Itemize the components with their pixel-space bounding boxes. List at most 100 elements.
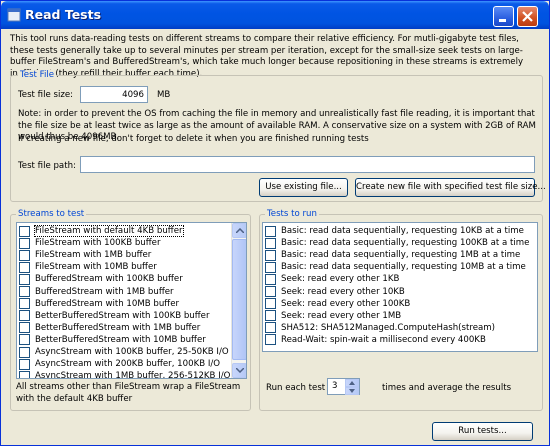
stream-item[interactable]: BetterBufferedStream with 100KB buffer bbox=[19, 310, 209, 322]
checkbox[interactable] bbox=[265, 273, 276, 285]
checkbox[interactable] bbox=[19, 346, 30, 358]
checkbox[interactable] bbox=[265, 310, 276, 322]
stream-item-label: AsyncStream with 1MB buffer, 256-512KB I… bbox=[35, 371, 231, 379]
stream-item[interactable]: FileStream with 100KB buffer bbox=[19, 237, 160, 249]
test-file-size-label: Test file size: bbox=[18, 90, 74, 100]
chevron-down-icon bbox=[236, 368, 244, 373]
window-title: Read Tests bbox=[25, 7, 102, 22]
stream-item-label: BetterBufferedStream with 1MB buffer bbox=[35, 322, 201, 333]
stream-item[interactable]: BetterBufferedStream with 10MB buffer bbox=[19, 334, 206, 346]
streams-scrollbar[interactable] bbox=[231, 223, 246, 378]
iterations-value: 3 bbox=[332, 381, 338, 391]
test-file-path-label: Test file path: bbox=[18, 161, 76, 171]
spin-up-button[interactable] bbox=[345, 379, 359, 387]
test-item[interactable]: Basic: read data sequentially, requestin… bbox=[265, 237, 529, 249]
stream-item-label: BufferedStream with 100KB buffer bbox=[35, 274, 183, 285]
run-each-test-label: Run each test bbox=[266, 383, 326, 393]
test-file-group: Test File Test file size: MB Note: in or… bbox=[10, 70, 546, 202]
streams-footnote: All streams other than FileStream wrap a… bbox=[16, 382, 241, 404]
checkbox[interactable] bbox=[265, 249, 276, 261]
checkbox[interactable] bbox=[265, 261, 276, 273]
test-file-size-input[interactable] bbox=[80, 86, 148, 103]
spin-down-button[interactable] bbox=[345, 387, 359, 395]
stream-item-label: AsyncStream with 200KB buffer, 100KB I/O bbox=[35, 359, 221, 370]
close-button[interactable] bbox=[517, 6, 538, 27]
stream-item-label: BufferedStream with 1MB buffer bbox=[35, 286, 174, 297]
checkbox[interactable] bbox=[19, 298, 30, 310]
stream-item[interactable]: AsyncStream with 100KB buffer, 25-50KB I… bbox=[19, 346, 229, 358]
minimize-button[interactable] bbox=[493, 6, 514, 27]
checkbox[interactable] bbox=[19, 358, 30, 370]
test-item[interactable]: SHA512: SHA512Managed.ComputeHash(stream… bbox=[265, 322, 495, 334]
read-tests-window: Read Tests This tool runs data-reading t… bbox=[0, 0, 550, 446]
stream-item[interactable]: BufferedStream with 1MB buffer bbox=[19, 286, 174, 298]
checkbox[interactable] bbox=[265, 225, 276, 237]
times-average-label: times and average the results bbox=[382, 383, 512, 393]
checkbox[interactable] bbox=[19, 310, 30, 322]
stream-item[interactable]: FileStream with 10MB buffer bbox=[19, 261, 157, 273]
checkbox[interactable] bbox=[19, 237, 30, 249]
test-item[interactable]: Basic: read data sequentially, requestin… bbox=[265, 261, 526, 273]
chevron-up-icon bbox=[236, 228, 244, 233]
stream-item[interactable]: FileStream with 1MB buffer bbox=[19, 249, 151, 261]
tests-legend: Tests to run bbox=[265, 209, 319, 219]
checkbox[interactable] bbox=[265, 237, 276, 249]
test-item[interactable]: Seek: read every other 1MB bbox=[265, 310, 401, 322]
checkbox[interactable] bbox=[265, 286, 276, 297]
checkbox[interactable] bbox=[19, 370, 30, 378]
checkbox[interactable] bbox=[19, 249, 30, 261]
checkbox[interactable] bbox=[19, 273, 30, 285]
test-item-label: Seek: read every other 1MB bbox=[281, 310, 402, 321]
checkbox[interactable] bbox=[19, 334, 30, 346]
test-file-path-input[interactable] bbox=[80, 156, 535, 173]
checkbox[interactable] bbox=[19, 261, 30, 273]
test-item-label: Basic: read data sequentially, requestin… bbox=[281, 250, 521, 261]
app-icon bbox=[7, 8, 21, 22]
checkbox[interactable] bbox=[19, 225, 30, 237]
tests-listbox[interactable]: Basic: read data sequentially, requestin… bbox=[262, 222, 538, 352]
stream-item-label: BufferedStream with 10MB buffer bbox=[35, 298, 180, 309]
scroll-up-button[interactable] bbox=[232, 223, 246, 238]
stream-item[interactable]: AsyncStream with 200KB buffer, 100KB I/O bbox=[19, 358, 220, 370]
spin-up-icon bbox=[349, 381, 355, 385]
scroll-thumb[interactable] bbox=[232, 239, 246, 360]
stream-item[interactable]: BufferedStream with 100KB buffer bbox=[19, 273, 183, 285]
run-tests-button[interactable]: Run tests... bbox=[432, 422, 533, 441]
test-item[interactable]: Basic: read data sequentially, requestin… bbox=[265, 225, 524, 237]
stream-item[interactable]: BufferedStream with 10MB buffer bbox=[19, 298, 179, 310]
test-item-label: Seek: read every other 1KB bbox=[281, 274, 400, 285]
create-new-file-button[interactable]: Create new file with specified test file… bbox=[355, 178, 546, 197]
streams-legend: Streams to test bbox=[16, 209, 87, 219]
test-item[interactable]: Seek: read every other 1KB bbox=[265, 273, 399, 285]
checkbox[interactable] bbox=[19, 286, 30, 297]
checkbox[interactable] bbox=[265, 298, 276, 310]
stream-item-label: BetterBufferedStream with 100KB buffer bbox=[35, 310, 210, 321]
test-item[interactable]: Read-Wait: spin-wait a millisecond every… bbox=[265, 334, 486, 346]
title-bar[interactable]: Read Tests bbox=[1, 1, 549, 29]
stream-item-label: AsyncStream with 100KB buffer, 25-50KB I… bbox=[35, 347, 229, 357]
stream-item[interactable]: BetterBufferedStream with 1MB buffer bbox=[19, 322, 200, 334]
test-item-label: Read-Wait: spin-wait a millisecond every… bbox=[281, 334, 486, 345]
stream-item-label: FileStream with 1MB buffer bbox=[35, 250, 152, 261]
test-item-label: Seek: read every other 100KB bbox=[281, 298, 411, 309]
delete-file-note: If creating a new file, don't forget to … bbox=[18, 134, 369, 144]
use-existing-file-button[interactable]: Use existing file... bbox=[259, 178, 348, 197]
stream-item[interactable]: AsyncStream with 1MB buffer, 256-512KB I… bbox=[19, 370, 231, 379]
streams-group: Streams to test FileStream with default … bbox=[10, 209, 251, 411]
spin-down-icon bbox=[349, 389, 355, 393]
test-item[interactable]: Basic: read data sequentially, requestin… bbox=[265, 249, 520, 261]
test-item-label: Seek: read every other 10KB bbox=[281, 286, 405, 297]
checkbox[interactable] bbox=[265, 334, 276, 346]
test-item-label: SHA512: SHA512Managed.ComputeHash(stream… bbox=[281, 322, 496, 333]
checkbox[interactable] bbox=[265, 322, 276, 334]
minimize-icon bbox=[499, 19, 506, 22]
test-item[interactable]: Seek: read every other 10KB bbox=[265, 286, 405, 298]
checkbox[interactable] bbox=[19, 322, 30, 334]
test-item[interactable]: Seek: read every other 100KB bbox=[265, 298, 410, 310]
stream-item[interactable]: FileStream with default 4KB buffer bbox=[19, 225, 184, 237]
scroll-down-button[interactable] bbox=[232, 363, 246, 378]
stream-item-label: FileStream with 100KB buffer bbox=[35, 238, 161, 249]
iterations-spinner[interactable]: 3 bbox=[327, 378, 360, 395]
streams-listbox[interactable]: FileStream with default 4KB buffer FileSt… bbox=[16, 222, 247, 379]
test-file-size-unit: MB bbox=[157, 90, 171, 100]
